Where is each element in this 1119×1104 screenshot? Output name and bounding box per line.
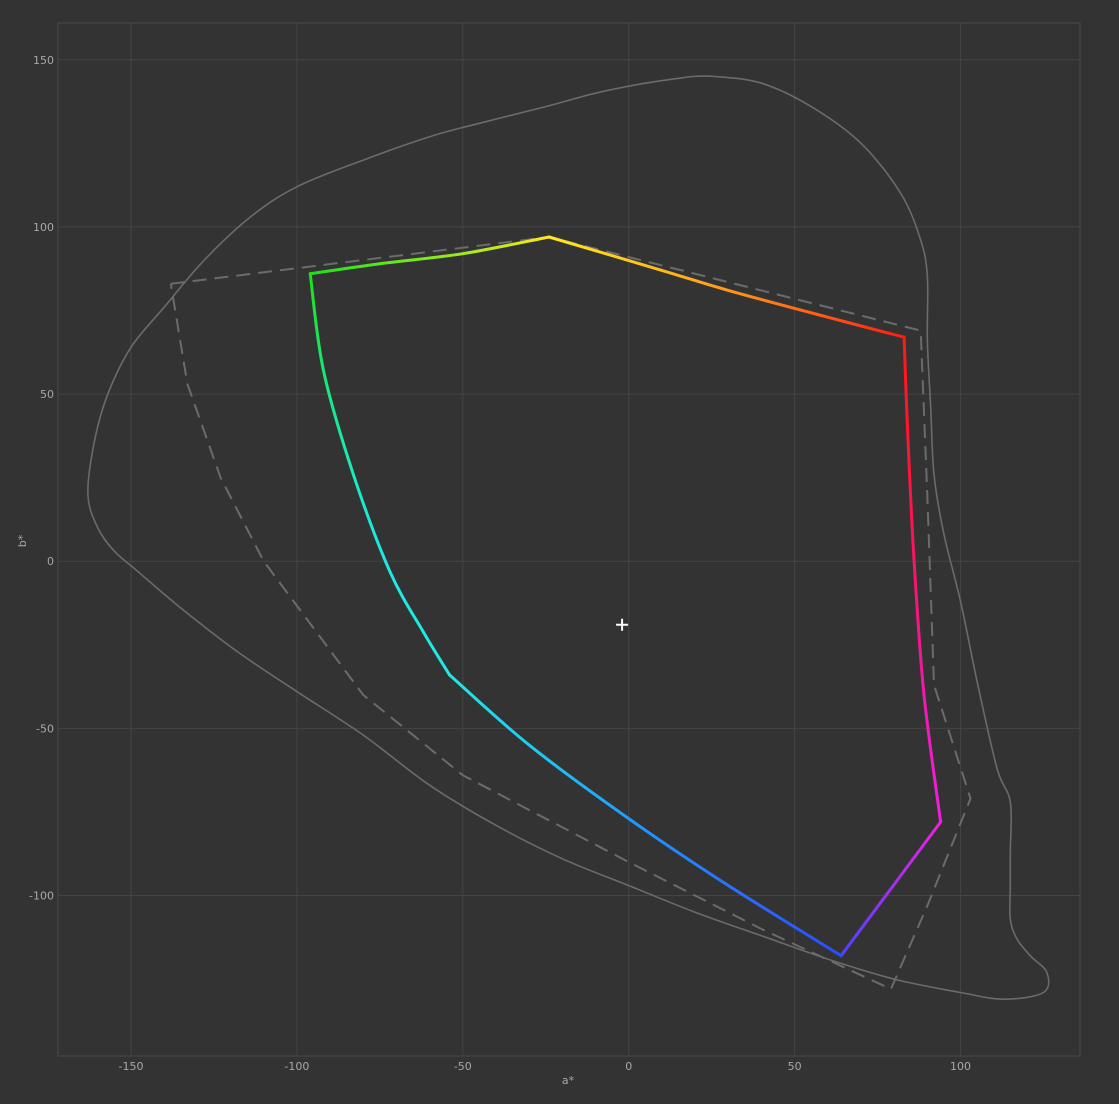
gamut-edge-yellow-green bbox=[308, 235, 551, 276]
x-tick-label: 100 bbox=[950, 1060, 971, 1073]
gamut-edge-magenta-red bbox=[902, 335, 943, 824]
grid-lines bbox=[57, 22, 1081, 1057]
y-tick-label: 50 bbox=[40, 388, 54, 401]
y-tick-label: 150 bbox=[33, 54, 54, 67]
gamut-chart: -150 -100 -50 0 50 100 150 100 50 0 -50 -100 a* b* bbox=[16, 22, 1081, 1087]
x-tick-label: -100 bbox=[284, 1060, 309, 1073]
y-tick-label: -100 bbox=[29, 890, 54, 903]
series-layer bbox=[87, 75, 1050, 1001]
gamut-vertex-yellow bbox=[547, 235, 551, 239]
gamut-vertex-red bbox=[902, 335, 906, 339]
spectral-locus-line bbox=[87, 75, 1050, 1001]
y-axis-label: b* bbox=[16, 534, 29, 547]
gamut-edge-green-cyan bbox=[308, 272, 451, 677]
white-point-marker bbox=[616, 618, 629, 631]
gamut-edge-blue-magenta bbox=[839, 820, 943, 958]
y-tick-label: 100 bbox=[33, 221, 54, 234]
x-tick-label: -150 bbox=[119, 1060, 144, 1073]
x-axis-label: a* bbox=[562, 1074, 575, 1087]
gamut-vertex-cyan bbox=[448, 673, 452, 677]
tick-labels: -150 -100 -50 0 50 100 150 100 50 0 -50 -100 bbox=[29, 54, 971, 1073]
plot-border bbox=[57, 22, 1081, 1057]
x-tick-label: -50 bbox=[454, 1060, 472, 1073]
reference-gamut-dashed-line bbox=[169, 236, 972, 991]
y-tick-label: 0 bbox=[47, 555, 54, 568]
gamut-edge-cyan-blue bbox=[448, 673, 843, 958]
gamut-vertex-blue bbox=[839, 954, 843, 958]
gamut-vertex-magenta bbox=[939, 820, 943, 824]
y-tick-label: -50 bbox=[36, 722, 54, 735]
x-tick-label: 50 bbox=[788, 1060, 802, 1073]
x-tick-label: 0 bbox=[625, 1060, 632, 1073]
gamut-edge-red-yellow bbox=[547, 235, 906, 339]
gamut-vertex-green bbox=[308, 272, 312, 276]
